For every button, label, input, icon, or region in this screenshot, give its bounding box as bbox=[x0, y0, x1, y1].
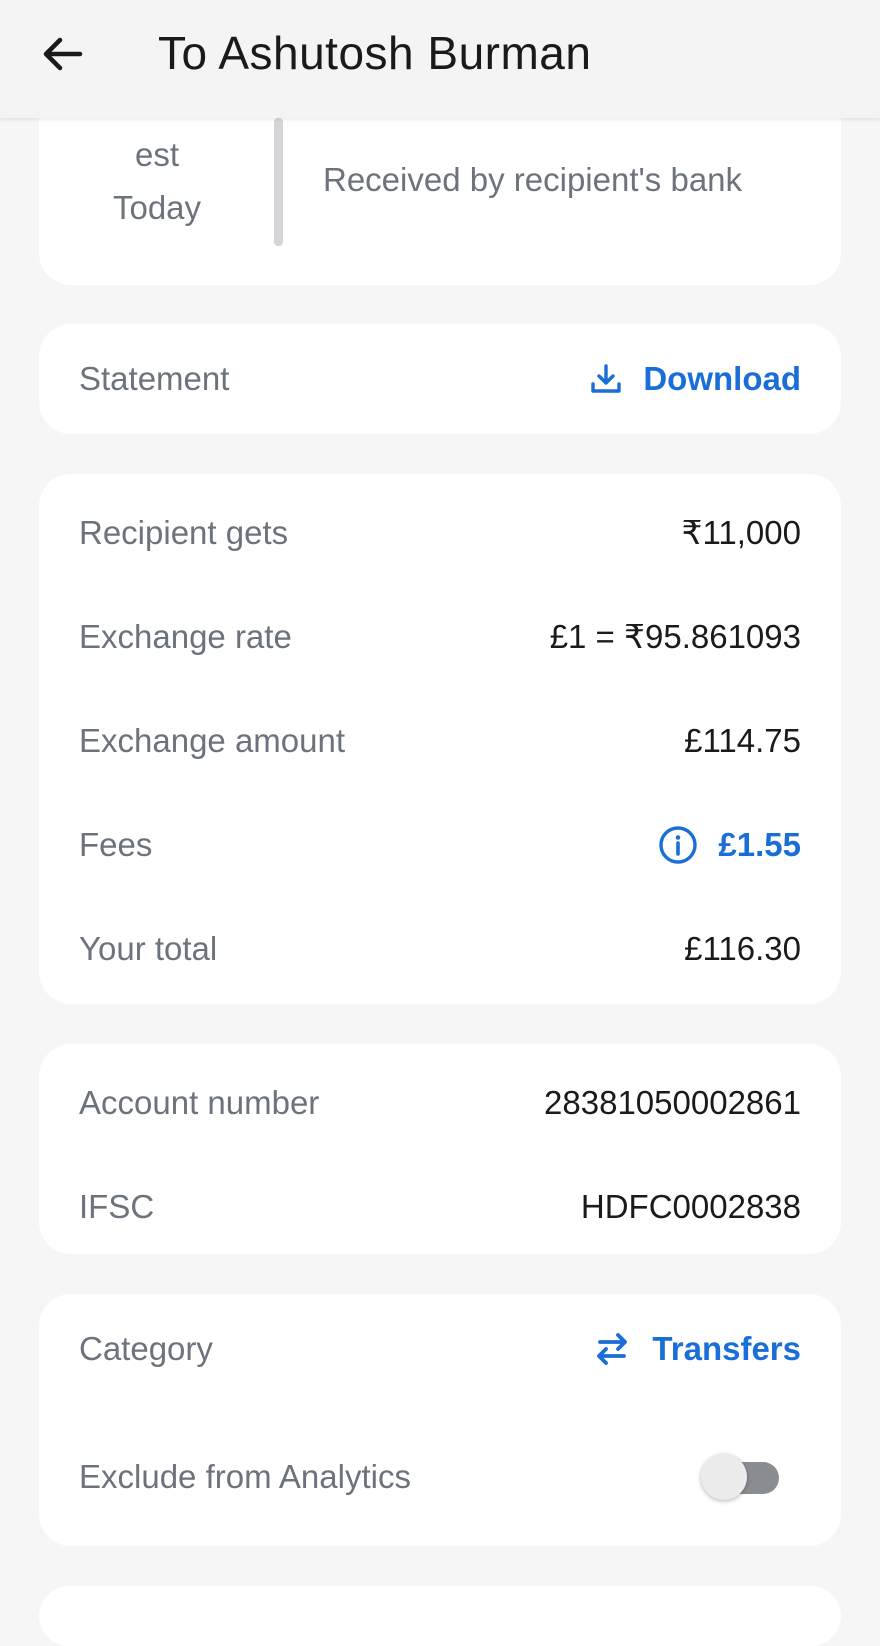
fees-value: £1.55 bbox=[718, 826, 801, 863]
fees-info-button[interactable]: £1.55 bbox=[658, 820, 801, 870]
category-button[interactable]: Transfers bbox=[592, 1324, 801, 1374]
exchange-rate-value: £1 = ₹95.861093 bbox=[549, 618, 801, 655]
exclude-analytics-row: Exclude from Analytics bbox=[79, 1452, 801, 1502]
statement-card: Statement Download bbox=[39, 324, 841, 434]
statement-label: Statement bbox=[79, 360, 230, 397]
arrow-left-icon bbox=[43, 37, 83, 71]
exchange-amount-label: Exchange amount bbox=[79, 722, 346, 759]
recipient-gets-row: Recipient gets ₹11,000 bbox=[79, 508, 801, 558]
exclude-analytics-toggle[interactable] bbox=[701, 1454, 779, 1500]
recipient-gets-label: Recipient gets bbox=[79, 514, 289, 551]
category-label: Category bbox=[79, 1330, 213, 1367]
status-timeline-bar bbox=[274, 118, 283, 246]
statement-row: Statement Download bbox=[79, 354, 801, 404]
ifsc-row: IFSC HDFC0002838 bbox=[79, 1182, 801, 1232]
amounts-card: Recipient gets ₹11,000 Exchange rate £1 … bbox=[39, 474, 841, 1004]
category-value: Transfers bbox=[652, 1330, 801, 1367]
exchange-amount-row: Exchange amount £114.75 bbox=[79, 716, 801, 766]
info-icon bbox=[658, 825, 698, 865]
exchange-rate-row: Exchange rate £1 = ₹95.861093 bbox=[79, 612, 801, 662]
toggle-knob bbox=[701, 1454, 747, 1500]
back-button[interactable] bbox=[30, 22, 94, 86]
download-label: Download bbox=[643, 360, 801, 397]
top-app-bar: To Ashutosh Burman bbox=[0, 0, 880, 118]
fees-label: Fees bbox=[79, 826, 153, 863]
status-day-label: Today bbox=[112, 189, 202, 226]
recipient-gets-value: ₹11,000 bbox=[681, 514, 801, 551]
your-total-label: Your total bbox=[79, 930, 218, 967]
category-card: Category Transfers Exclude from Analytic… bbox=[39, 1294, 841, 1546]
ifsc-label: IFSC bbox=[79, 1188, 155, 1225]
your-total-row: Your total £116.30 bbox=[79, 924, 801, 974]
transfer-status-card: est Today Received by recipient's bank bbox=[39, 90, 841, 285]
account-number-row: Account number 28381050002861 bbox=[79, 1078, 801, 1128]
exchange-amount-value: £114.75 bbox=[684, 722, 801, 759]
exchange-rate-label: Exchange rate bbox=[79, 618, 292, 655]
download-button[interactable]: Download bbox=[589, 354, 801, 404]
account-number-value: 28381050002861 bbox=[544, 1084, 801, 1121]
page-title: To Ashutosh Burman bbox=[158, 27, 592, 79]
exclude-analytics-label: Exclude from Analytics bbox=[79, 1458, 411, 1495]
fees-row: Fees £1.55 bbox=[79, 820, 801, 870]
ifsc-value: HDFC0002838 bbox=[580, 1188, 801, 1225]
your-total-value: £116.30 bbox=[684, 930, 801, 967]
swap-arrows-icon bbox=[592, 1329, 632, 1369]
status-description: Received by recipient's bank bbox=[323, 161, 743, 198]
account-details-card: Account number 28381050002861 IFSC HDFC0… bbox=[39, 1044, 841, 1254]
download-icon bbox=[589, 362, 623, 396]
next-card-partial bbox=[39, 1586, 841, 1646]
account-number-label: Account number bbox=[79, 1084, 320, 1121]
status-est-label: est bbox=[134, 136, 180, 173]
category-row: Category Transfers bbox=[79, 1324, 801, 1374]
